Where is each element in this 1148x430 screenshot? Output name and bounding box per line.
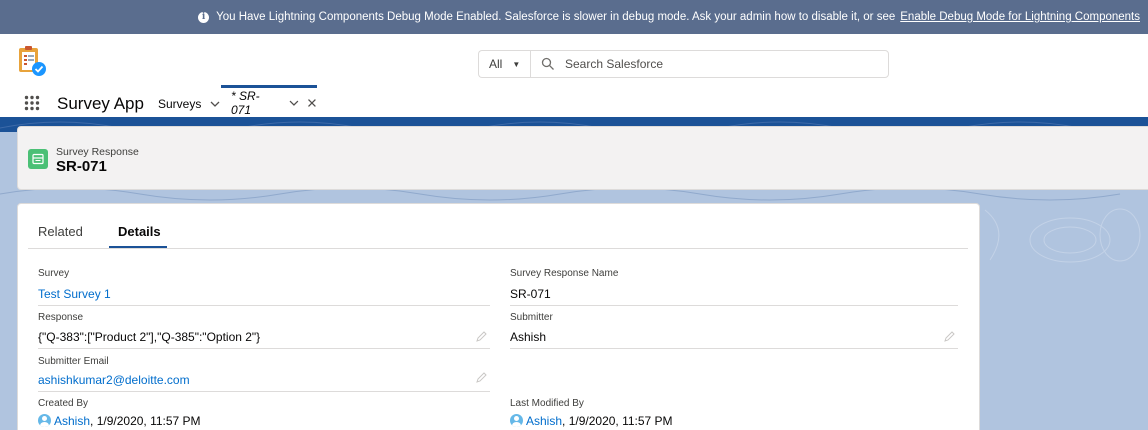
- edit-submitter-email-pencil-icon[interactable]: [476, 372, 487, 383]
- debug-mode-banner: i You Have Lightning Components Debug Mo…: [0, 0, 1148, 34]
- chevron-down-icon[interactable]: [210, 99, 220, 109]
- chevron-down-icon[interactable]: [289, 98, 299, 108]
- tabs-divider: [28, 248, 968, 249]
- last-modified-by-date: , 1/9/2020, 11:57 PM: [562, 414, 673, 428]
- tab-sr-071[interactable]: * SR-071: [221, 85, 317, 117]
- debug-banner-message: You Have Lightning Components Debug Mode…: [216, 11, 896, 23]
- last-modified-by-field-value: Ashish, 1/9/2020, 11:57 PM: [510, 414, 673, 428]
- submitter-email-link[interactable]: ashishkumar2@deloitte.com: [38, 373, 190, 387]
- survey-field-label: Survey: [38, 268, 70, 279]
- search-scope-dropdown[interactable]: All ▼: [478, 50, 530, 78]
- survey-app-logo-icon[interactable]: [17, 45, 47, 77]
- submitter-email-field-label: Submitter Email: [38, 356, 109, 367]
- created-by-field-label: Created By: [38, 398, 89, 409]
- last-modified-by-field-label: Last Modified By: [510, 398, 584, 409]
- survey-response-icon: [28, 149, 48, 169]
- record-title: SR-071: [56, 158, 107, 175]
- details-card: [17, 203, 980, 430]
- search-icon: [541, 57, 554, 70]
- close-icon[interactable]: [307, 98, 317, 108]
- global-search-input[interactable]: [565, 57, 865, 71]
- created-by-field-value: Ashish, 1/9/2020, 11:57 PM: [38, 414, 201, 428]
- response-field-value: {"Q-383":["Product 2"],"Q-385":"Option 2…: [38, 330, 261, 344]
- field-divider: [38, 391, 490, 392]
- enable-debug-mode-link[interactable]: Enable Debug Mode for Lightning Componen…: [900, 11, 1140, 23]
- created-by-user-link[interactable]: Ashish: [54, 414, 90, 428]
- user-avatar-icon: [38, 414, 51, 427]
- app-launcher-waffle-icon[interactable]: [24, 95, 40, 111]
- tab-details[interactable]: Details: [118, 224, 161, 239]
- created-by-date: , 1/9/2020, 11:57 PM: [90, 414, 201, 428]
- last-modified-by-user-link[interactable]: Ashish: [526, 414, 562, 428]
- field-divider: [38, 305, 490, 306]
- field-divider: [38, 348, 490, 349]
- record-icon: [32, 153, 44, 165]
- submitter-field-value: Ashish: [510, 330, 547, 344]
- field-divider: [510, 348, 958, 349]
- info-icon: i: [198, 11, 210, 23]
- survey-response-name-value: SR-071: [510, 287, 551, 301]
- edit-response-pencil-icon[interactable]: [476, 331, 487, 342]
- object-type-label: Survey Response: [56, 146, 139, 158]
- submitter-field-label: Submitter: [510, 312, 553, 323]
- nav-item-label: Surveys: [158, 97, 202, 111]
- record-header: [17, 126, 1148, 190]
- app-name: Survey App: [57, 94, 144, 113]
- global-search-box[interactable]: [530, 50, 889, 78]
- user-avatar-icon: [510, 414, 523, 427]
- search-scope-label: All: [489, 57, 503, 71]
- caret-down-icon: ▼: [512, 59, 521, 69]
- survey-field-link[interactable]: Test Survey 1: [38, 287, 111, 301]
- field-divider: [510, 305, 958, 306]
- tab-label: * SR-071: [231, 88, 260, 117]
- edit-submitter-pencil-icon[interactable]: [944, 331, 955, 342]
- response-field-label: Response: [38, 312, 84, 323]
- tab-related[interactable]: Related: [38, 224, 83, 239]
- nav-item-surveys[interactable]: Surveys: [158, 97, 220, 111]
- survey-response-name-field-label: Survey Response Name: [510, 268, 619, 279]
